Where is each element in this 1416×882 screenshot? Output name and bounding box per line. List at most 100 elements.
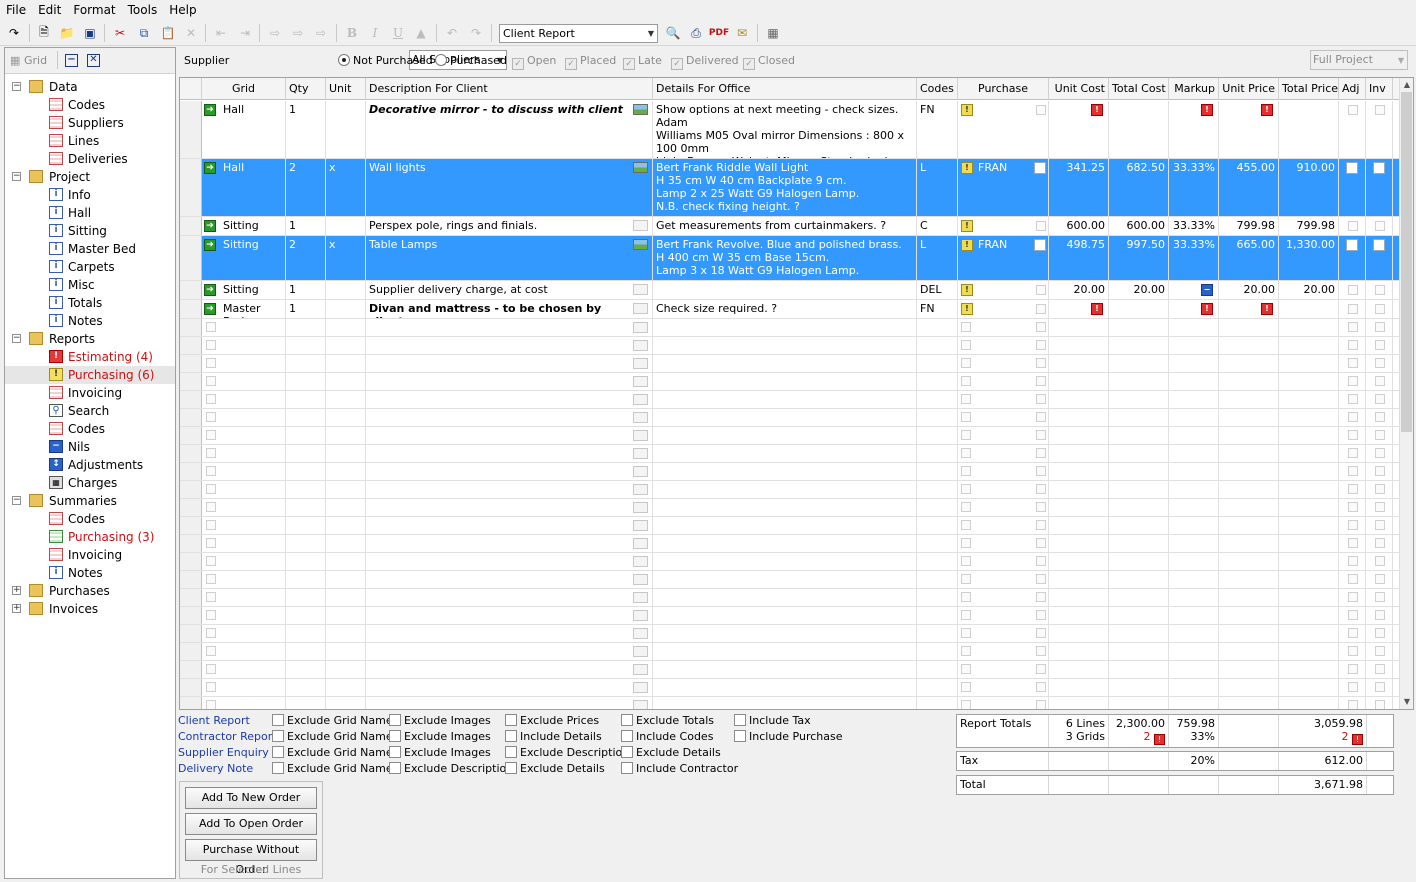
empty-cell[interactable] — [1109, 391, 1169, 408]
empty-row[interactable] — [180, 499, 1400, 517]
empty-cell[interactable] — [286, 571, 326, 588]
empty-cell[interactable] — [286, 499, 326, 516]
empty-cell[interactable] — [1109, 481, 1169, 498]
empty-cell[interactable] — [917, 643, 958, 660]
empty-cell[interactable] — [1169, 553, 1219, 570]
empty-cell[interactable] — [286, 643, 326, 660]
empty-cell[interactable] — [1219, 661, 1279, 678]
row-selector[interactable] — [180, 217, 202, 235]
empty-cell[interactable] — [366, 319, 653, 336]
empty-cell[interactable] — [366, 337, 653, 354]
empty-cell[interactable] — [286, 661, 326, 678]
empty-row[interactable] — [180, 373, 1400, 391]
cell-qty[interactable]: 1 — [286, 300, 326, 318]
menu-file[interactable]: File — [0, 0, 32, 20]
row-selector[interactable] — [180, 625, 202, 642]
empty-cell[interactable] — [202, 427, 286, 444]
pdf-icon[interactable]: PDF — [709, 24, 729, 42]
closed-checkbox[interactable]: ✓ Closed — [743, 53, 795, 70]
cell-grid[interactable]: Master Bed — [202, 300, 286, 318]
empty-cell[interactable] — [1109, 643, 1169, 660]
table-row[interactable]: ➔ Sitting 1 Supplier delivery charge, at co… — [180, 281, 1400, 300]
project-scope-select[interactable]: Full Project ▼ — [1310, 50, 1408, 70]
empty-cell[interactable] — [202, 445, 286, 462]
empty-cell[interactable] — [286, 481, 326, 498]
empty-cell[interactable] — [326, 589, 366, 606]
tree-item-invoicing[interactable]: Invoicing — [5, 546, 175, 564]
empty-cell[interactable] — [1169, 409, 1219, 426]
empty-cell[interactable] — [1219, 409, 1279, 426]
empty-cell[interactable] — [1279, 697, 1339, 709]
invoice-icon[interactable] — [1373, 162, 1385, 174]
empty-cell[interactable] — [366, 427, 653, 444]
empty-row[interactable] — [180, 643, 1400, 661]
cell-unit-cost[interactable]: 341.25 — [1049, 159, 1109, 216]
cell-total-price[interactable]: 1,330.00 — [1279, 236, 1339, 280]
empty-row[interactable] — [180, 409, 1400, 427]
row-selector[interactable] — [180, 159, 202, 216]
cell-codes[interactable]: FN — [917, 101, 958, 158]
empty-cell[interactable] — [1219, 607, 1279, 624]
empty-row[interactable] — [180, 445, 1400, 463]
empty-row[interactable] — [180, 427, 1400, 445]
empty-cell[interactable] — [1169, 427, 1219, 444]
empty-cell[interactable] — [917, 463, 958, 480]
empty-cell[interactable] — [286, 427, 326, 444]
column-header-adj[interactable]: Adj — [1339, 78, 1366, 100]
empty-cell[interactable] — [326, 679, 366, 696]
empty-cell[interactable] — [1169, 337, 1219, 354]
copy-icon[interactable]: ⧉ — [135, 24, 153, 42]
row-selector[interactable] — [180, 535, 202, 552]
empty-cell[interactable] — [653, 589, 917, 606]
image-icon[interactable] — [633, 538, 648, 549]
empty-cell[interactable] — [1049, 391, 1109, 408]
image-icon[interactable] — [633, 340, 648, 351]
tree-item-purchasing-6[interactable]: ! Purchasing (6) — [5, 366, 175, 384]
table-row[interactable]: ➔ Sitting 2 x Table Lamps Bert Frank Revolve.… — [180, 236, 1400, 281]
row-selector[interactable] — [180, 661, 202, 678]
empty-cell[interactable] — [326, 643, 366, 660]
cell-total-cost[interactable]: 682.50 — [1109, 159, 1169, 216]
cell-codes[interactable]: C — [917, 217, 958, 235]
cell-unit-cost[interactable]: 498.75 — [1049, 236, 1109, 280]
empty-cell[interactable] — [1169, 643, 1219, 660]
empty-cell[interactable] — [917, 499, 958, 516]
purchase-dropdown-icon[interactable] — [1034, 162, 1046, 174]
option-checkbox-exclude-grid-names[interactable]: Exclude Grid Names — [272, 729, 398, 745]
tree-item-totals[interactable]: i Totals — [5, 294, 175, 312]
cell-markup[interactable]: 33.33% — [1169, 236, 1219, 280]
empty-cell[interactable] — [1219, 625, 1279, 642]
empty-cell[interactable] — [1169, 481, 1219, 498]
tree-item-master-bed[interactable]: i Master Bed — [5, 240, 175, 258]
cell-details[interactable]: Get measurements from curtainmakers. ? — [653, 217, 917, 235]
tree-item-charges[interactable]: ▦ Charges — [5, 474, 175, 492]
image-icon[interactable] — [633, 664, 648, 675]
empty-cell[interactable] — [1169, 607, 1219, 624]
expand-toggle-icon[interactable]: + — [12, 604, 21, 613]
empty-cell[interactable] — [286, 337, 326, 354]
image-icon[interactable] — [633, 162, 648, 173]
empty-cell[interactable] — [653, 373, 917, 390]
empty-cell[interactable] — [1109, 535, 1169, 552]
cell-total-cost[interactable]: 997.50 — [1109, 236, 1169, 280]
empty-cell[interactable] — [286, 553, 326, 570]
empty-cell[interactable] — [1169, 445, 1219, 462]
row-selector[interactable] — [180, 337, 202, 354]
empty-cell[interactable] — [1219, 355, 1279, 372]
highlight-icon[interactable]: ▲ — [412, 24, 430, 42]
tree-item-data[interactable]: − Data — [5, 78, 175, 96]
image-icon[interactable] — [633, 430, 648, 441]
empty-cell[interactable] — [366, 355, 653, 372]
empty-cell[interactable] — [917, 553, 958, 570]
calculator-icon[interactable]: ▦ — [764, 24, 782, 42]
empty-cell[interactable] — [1049, 481, 1109, 498]
empty-cell[interactable] — [286, 607, 326, 624]
empty-cell[interactable] — [1109, 499, 1169, 516]
empty-cell[interactable] — [366, 589, 653, 606]
purchase-without-order-button[interactable]: Purchase Without Order — [185, 839, 317, 876]
row-selector[interactable] — [180, 607, 202, 624]
empty-cell[interactable] — [286, 355, 326, 372]
image-icon[interactable] — [633, 682, 648, 693]
row-selector[interactable] — [180, 300, 202, 318]
empty-cell[interactable] — [202, 571, 286, 588]
